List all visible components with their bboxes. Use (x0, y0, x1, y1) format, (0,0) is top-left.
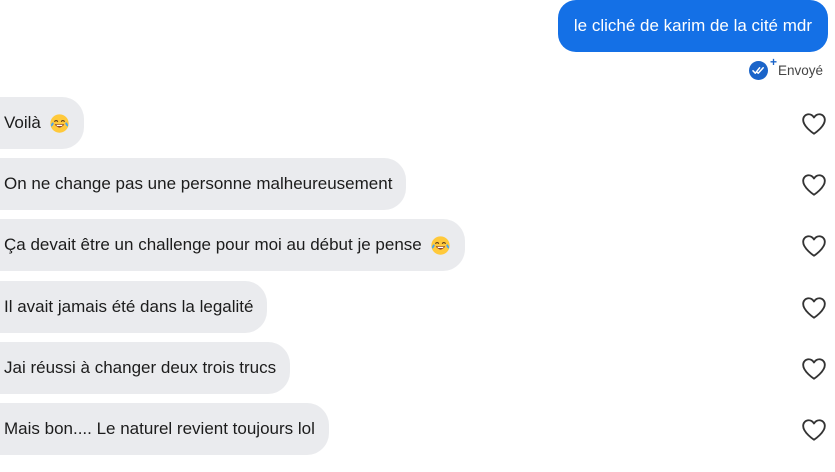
heart-icon[interactable] (801, 296, 827, 320)
heart-icon[interactable] (801, 357, 827, 381)
face-with-tears-of-joy-icon (50, 113, 69, 133)
message-text: On ne change pas une personne malheureus… (4, 174, 393, 193)
heart-icon[interactable] (801, 418, 827, 442)
message-text: Il avait jamais été dans la legalité (4, 297, 254, 316)
status-label: Envoyé (777, 63, 823, 78)
incoming-message[interactable]: On ne change pas une personne malheureus… (0, 158, 407, 210)
heart-icon[interactable] (801, 112, 827, 136)
double-check-icon: + (748, 55, 777, 80)
message-status: + Envoyé (748, 55, 823, 80)
face-with-tears-of-joy-icon (431, 235, 450, 255)
message-text: Ça devait être un challenge pour moi au … (4, 235, 422, 254)
outgoing-message[interactable]: le cliché de karim de la cité mdr (557, 0, 828, 52)
incoming-message[interactable]: Voilà (0, 97, 84, 149)
chat-thread: le cliché de karim de la cité mdr + Envo… (0, 0, 835, 472)
message-text: Voilà (4, 113, 41, 132)
message-text: Mais bon.... Le naturel revient toujours… (4, 419, 315, 438)
incoming-message[interactable]: Il avait jamais été dans la legalité (0, 281, 268, 333)
outgoing-message-text: le cliché de karim de la cité mdr (573, 16, 812, 35)
incoming-message[interactable]: Jai réussi à changer deux trois trucs (0, 342, 291, 394)
message-text: Jai réussi à changer deux trois trucs (4, 358, 277, 377)
incoming-message[interactable]: Mais bon.... Le naturel revient toujours… (0, 403, 329, 455)
heart-icon[interactable] (801, 173, 827, 197)
plus-icon: + (769, 55, 777, 69)
heart-icon[interactable] (801, 234, 827, 258)
incoming-message[interactable]: Ça devait être un challenge pour moi au … (0, 219, 465, 271)
